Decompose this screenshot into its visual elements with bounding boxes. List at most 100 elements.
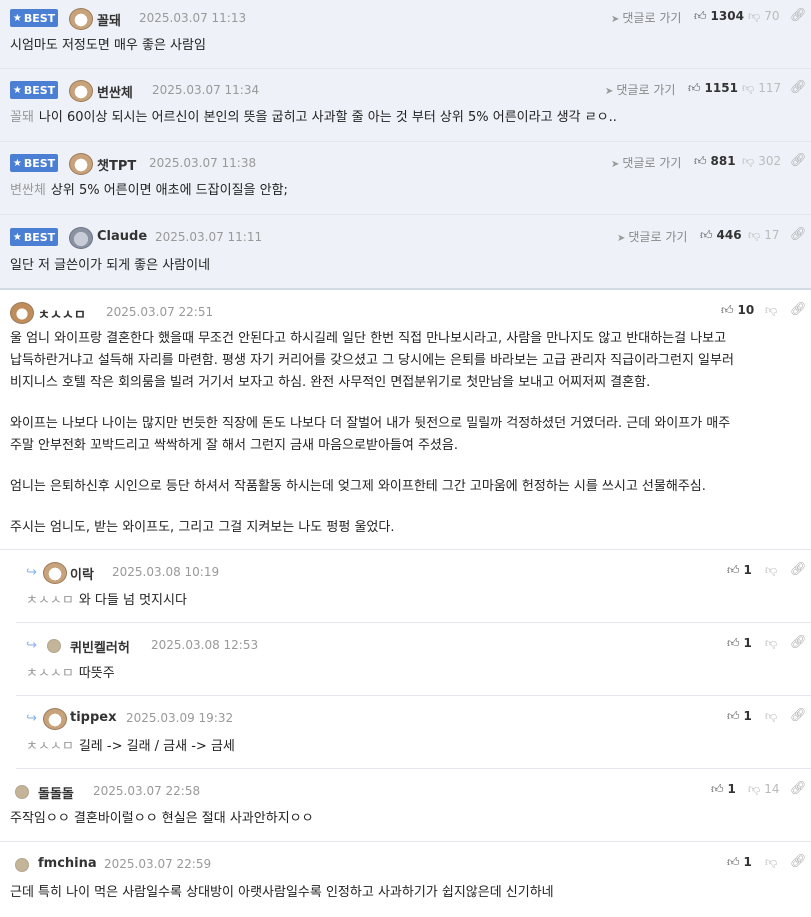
nickname[interactable]: 이락 (70, 564, 94, 583)
like-button[interactable]: 👍︎ 1 (711, 782, 736, 797)
comment-text: ㅊㅅㅅㅁ 와 다들 넘 멋지시다 (26, 593, 187, 608)
star-icon: ★ (12, 84, 22, 96)
link-icon[interactable]: 🔗︎ (790, 635, 807, 650)
like-button[interactable]: 👍︎ 1 (727, 709, 752, 724)
mention[interactable]: ㅊㅅㅅㅁ (26, 593, 74, 608)
avatar[interactable] (69, 153, 93, 175)
like-button[interactable]: 👍︎ 10 (721, 303, 754, 318)
dislike-button[interactable]: 👎︎ 302 (742, 154, 781, 169)
dislike-button[interactable]: 👎︎ 70 (748, 9, 779, 24)
avatar[interactable] (15, 785, 29, 799)
link-icon[interactable]: 🔗︎ (790, 8, 807, 23)
paragraph: 울 엄니 와이프랑 결혼한다 했을때 무조건 안된다고 하시길레 일단 한번 직… (10, 331, 734, 390)
like-button[interactable]: 👍︎ 446 (700, 228, 742, 243)
thumbs-down-icon: 👎︎ (742, 154, 755, 168)
comment-date: 2025.03.07 22:58 (93, 784, 201, 798)
like-button[interactable]: 👍︎ 1151 (688, 81, 738, 96)
reply: ↪ 퀴빈켈러허 2025.03.08 12:53 👍︎ 1 👎︎ 🔗︎ ㅊㅅㅅㅁ 따… (16, 623, 811, 696)
comment-text: 꼴돼 나이 60이상 되시는 어르신이 본인의 뜻을 굽히고 사과할 줄 아는 것… (10, 110, 617, 125)
thumbs-up-icon: 👍︎ (727, 709, 740, 723)
link-icon[interactable]: 🔗︎ (790, 708, 807, 723)
avatar[interactable] (43, 708, 67, 730)
comment-date: 2025.03.07 11:11 (155, 230, 263, 244)
goto-comment-link[interactable]: ➤ 댓글로 가기 (611, 9, 681, 26)
comment-date: 2025.03.09 19:32 (126, 711, 234, 725)
nickname[interactable]: tippex (70, 710, 116, 725)
star-icon: ★ (12, 231, 22, 243)
comment-text: 변싼체 상위 5% 어른이면 애초에 드잡이질을 안함; (10, 183, 288, 198)
like-button[interactable]: 👍︎ 1 (727, 636, 752, 651)
comment: fmchina 2025.03.07 22:59 👍︎ 1 👎︎ 🔗︎ 근데 특히… (0, 842, 811, 917)
like-button[interactable]: 👍︎ 1 (727, 563, 752, 578)
dislike-button[interactable]: 👎︎ 14 (748, 782, 779, 797)
comment-date: 2025.03.07 11:13 (139, 11, 247, 25)
mention[interactable]: ㅊㅅㅅㅁ (26, 666, 74, 681)
comment: ㅊㅅㅅㅁ 2025.03.07 22:51 👍︎ 10 👎︎ 🔗︎ 울 엄니 와이… (0, 290, 811, 550)
arrow-icon: ➤ (611, 159, 620, 170)
dislike-button[interactable]: 👎︎ 117 (742, 81, 781, 96)
best-badge: ★ BEST (10, 9, 58, 27)
thumbs-down-icon: 👎︎ (748, 782, 761, 796)
mention[interactable]: 꼴돼 (10, 110, 34, 125)
thumbs-up-icon: 👍︎ (700, 228, 713, 242)
dislike-button[interactable]: 👎︎ (765, 855, 781, 870)
avatar[interactable] (69, 227, 93, 249)
best-comment: ★ BEST 변싼체 2025.03.07 11:34 ➤ 댓글로 가기 👍︎ 115… (0, 69, 811, 142)
goto-comment-link[interactable]: ➤ 댓글로 가기 (605, 81, 675, 98)
avatar[interactable] (69, 80, 93, 102)
like-button[interactable]: 👍︎ 1304 (694, 9, 744, 24)
thumbs-down-icon: 👎︎ (748, 9, 761, 23)
mention[interactable]: 변싼체 (10, 183, 46, 198)
comment-text: ㅊㅅㅅㅁ 길레 -> 길래 / 금새 -> 금세 (26, 739, 235, 754)
link-icon[interactable]: 🔗︎ (790, 80, 807, 95)
comment-text: 일단 저 글쓴이가 되게 좋은 사람이네 (10, 258, 211, 273)
comment-date: 2025.03.07 11:34 (152, 83, 260, 97)
link-icon[interactable]: 🔗︎ (790, 153, 807, 168)
comment-text: 주작임ㅇㅇ 결혼바이럴ㅇㅇ 현실은 절대 사과안하지ㅇㅇ (10, 811, 314, 826)
thumbs-up-icon: 👍︎ (721, 303, 734, 317)
thumbs-up-icon: 👍︎ (688, 81, 701, 95)
star-icon: ★ (12, 12, 22, 24)
comment-text: 시엄마도 저정도면 매우 좋은 사람임 (10, 38, 206, 53)
link-icon[interactable]: 🔗︎ (790, 781, 807, 796)
link-icon[interactable]: 🔗︎ (790, 227, 807, 242)
best-badge: ★ BEST (10, 228, 58, 246)
nickname[interactable]: ㅊㅅㅅㅁ (38, 304, 86, 323)
nickname[interactable]: 돌돌돌 (38, 783, 74, 802)
avatar[interactable] (43, 562, 67, 584)
comment-text: 울 엄니 와이프랑 결혼한다 했을때 무조건 안된다고 하시길레 일단 한번 직… (10, 328, 734, 558)
paragraph: 와이프는 나보다 나이는 많지만 번듯한 직장에 돈도 나보다 더 잘벌어 내가… (10, 416, 731, 453)
nickname[interactable]: Claude (97, 229, 147, 244)
dislike-button[interactable]: 👎︎ (765, 709, 781, 724)
like-button[interactable]: 👍︎ 881 (694, 154, 736, 169)
like-button[interactable]: 👍︎ 1 (727, 855, 752, 870)
avatar[interactable] (47, 639, 61, 653)
nickname[interactable]: 변싼체 (97, 82, 133, 101)
avatar[interactable] (69, 8, 93, 30)
comment-date: 2025.03.07 11:38 (149, 156, 257, 170)
reply: ↪ 이락 2025.03.08 10:19 👍︎ 1 👎︎ 🔗︎ ㅊㅅㅅㅁ 와 다들… (16, 550, 811, 623)
link-icon[interactable]: 🔗︎ (790, 854, 807, 869)
avatar[interactable] (15, 858, 29, 872)
nickname[interactable]: fmchina (38, 856, 97, 871)
goto-comment-link[interactable]: ➤ 댓글로 가기 (611, 154, 681, 171)
nickname[interactable]: 챗TPT (97, 155, 136, 174)
avatar[interactable] (10, 302, 34, 324)
dislike-button[interactable]: 👎︎ (765, 636, 781, 651)
thumbs-up-icon: 👍︎ (727, 855, 740, 869)
dislike-button[interactable]: 👎︎ 17 (748, 228, 779, 243)
dislike-button[interactable]: 👎︎ (765, 303, 781, 318)
mention[interactable]: ㅊㅅㅅㅁ (26, 739, 74, 754)
best-badge: ★ BEST (10, 81, 58, 99)
comment-date: 2025.03.08 10:19 (112, 565, 220, 579)
goto-comment-link[interactable]: ➤ 댓글로 가기 (617, 228, 687, 245)
paragraph: 엄니는 은퇴하신후 시인으로 등단 하셔서 작품활동 하시는데 엊그제 와이프한… (10, 479, 706, 494)
paragraph: 주시는 엄니도, 받는 와이프도, 그리고 그걸 지켜보는 나도 펑펑 울었다. (10, 520, 395, 535)
link-icon[interactable]: 🔗︎ (790, 302, 807, 317)
thumbs-down-icon: 👎︎ (765, 636, 778, 650)
dislike-button[interactable]: 👎︎ (765, 563, 781, 578)
link-icon[interactable]: 🔗︎ (790, 562, 807, 577)
nickname[interactable]: 퀴빈켈러허 (70, 637, 130, 656)
thumbs-down-icon: 👎︎ (765, 855, 778, 869)
nickname[interactable]: 꼴돼 (97, 10, 121, 29)
